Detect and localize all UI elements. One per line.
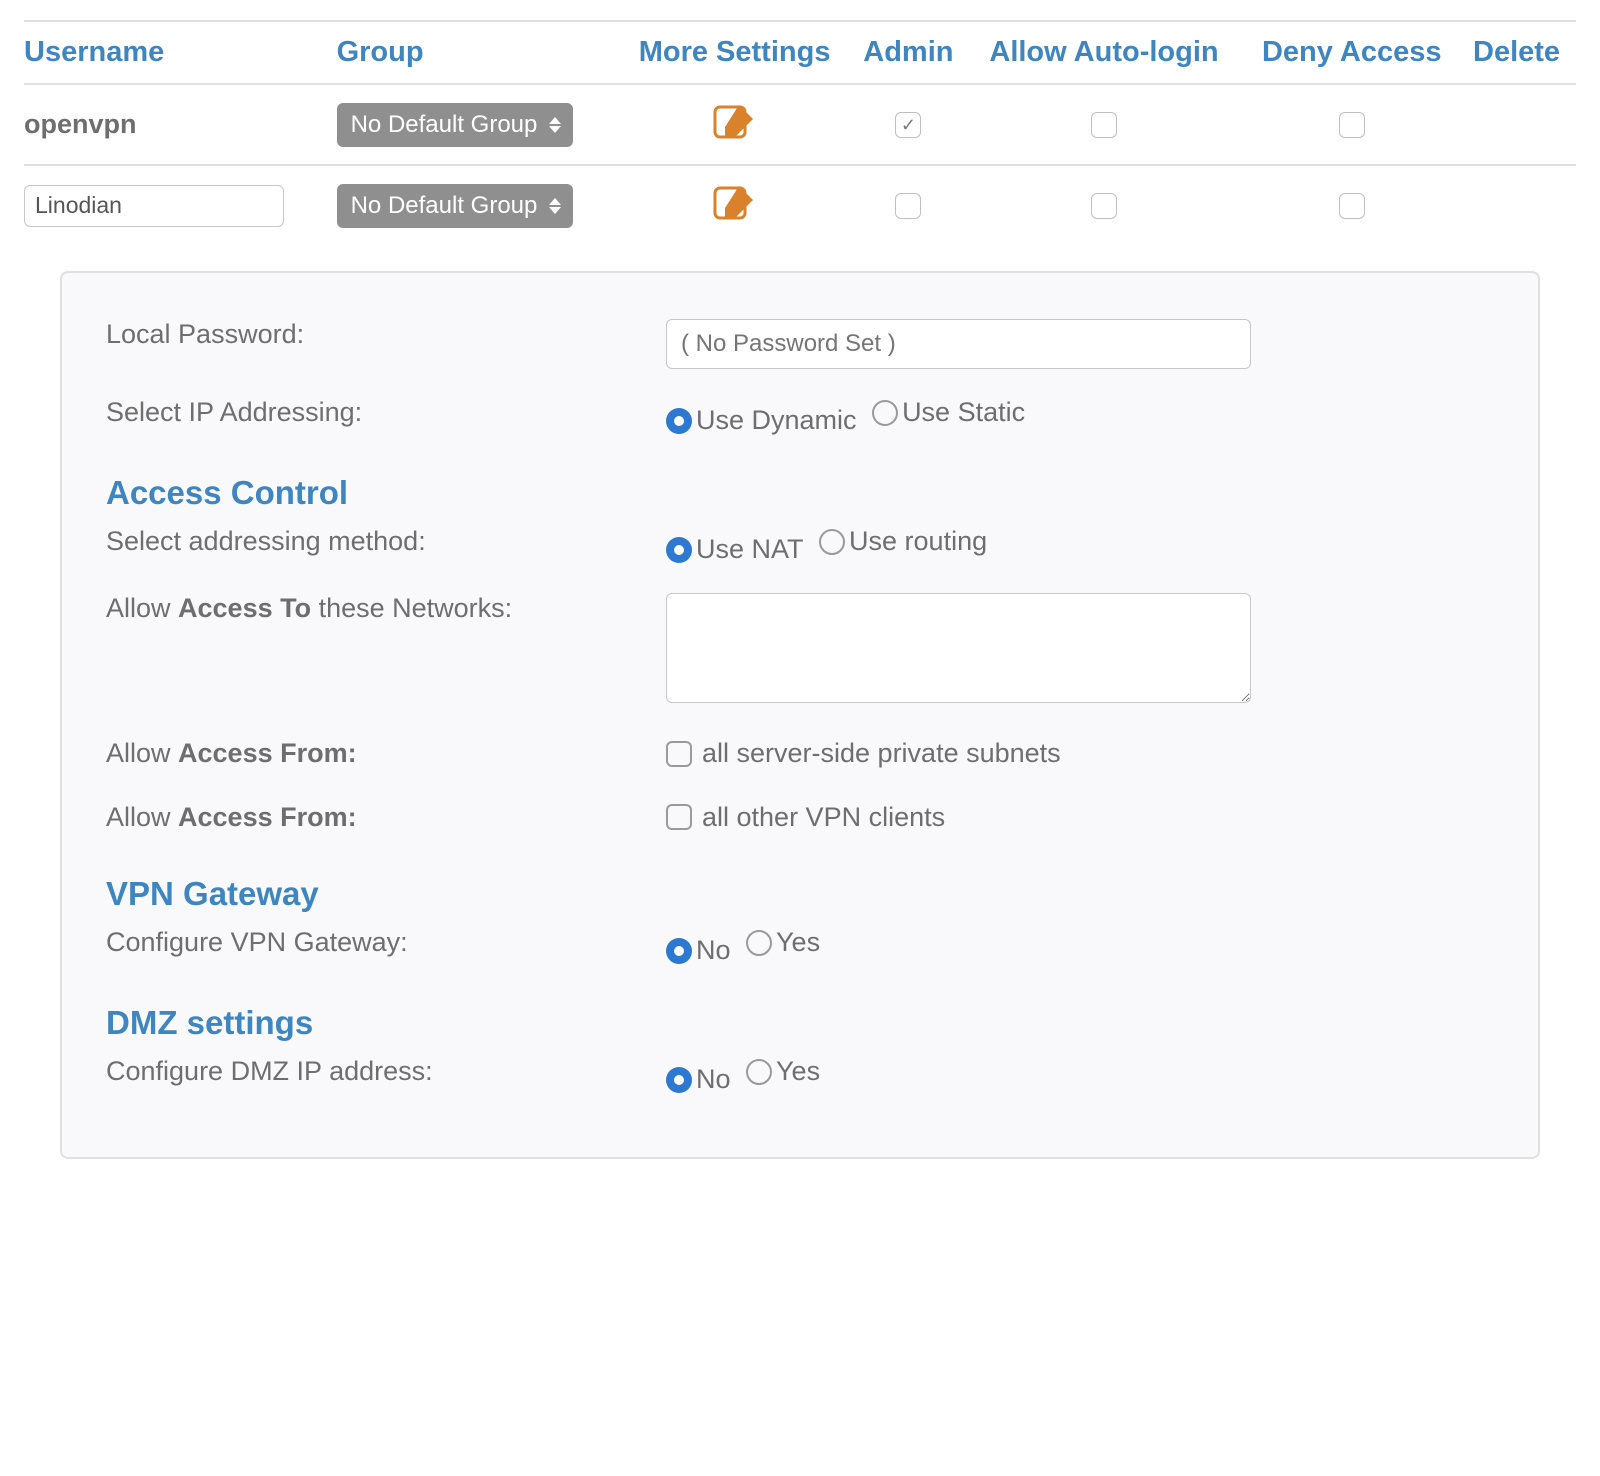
radio-unselected-icon [746,1059,772,1085]
table-row: openvpn No Default Group [24,84,1576,165]
username-label: openvpn [24,109,137,139]
col-delete: Delete [1465,21,1576,84]
col-more-settings: More Settings [622,21,855,84]
dmz-heading: DMZ settings [106,980,1494,1042]
group-select[interactable]: No Default Group [337,103,574,147]
vpn-gateway-label: Configure VPN Gateway: [106,927,666,958]
vpn-gateway-yes-radio[interactable]: Yes [746,927,820,958]
auto-login-checkbox[interactable] [1091,112,1117,138]
access-from-clients-checkbox[interactable]: all other VPN clients [666,802,945,833]
admin-checkbox[interactable] [895,112,921,138]
dmz-yes-radio[interactable]: Yes [746,1056,820,1087]
checkbox-icon [666,741,692,767]
access-from-clients-label: Allow Access From: [106,802,666,833]
user-detail-panel: Local Password: Select IP Addressing: Us… [60,271,1540,1159]
col-admin: Admin [855,21,970,84]
col-group: Group [337,21,623,84]
vpn-gateway-heading: VPN Gateway [106,851,1494,913]
use-routing-radio[interactable]: Use routing [819,526,987,557]
use-nat-radio[interactable]: Use NAT [666,534,804,565]
access-from-subnets-label: Allow Access From: [106,738,666,769]
radio-unselected-icon [819,529,845,555]
radio-selected-icon [666,537,692,563]
table-row: No Default Group [24,165,1576,245]
radio-unselected-icon [872,400,898,426]
access-from-subnets-checkbox[interactable]: all server-side private subnets [666,738,1061,769]
deny-access-checkbox[interactable] [1339,193,1365,219]
group-select-label: No Default Group [351,111,538,139]
access-to-label: Allow Access To these Networks: [106,593,666,624]
dmz-label: Configure DMZ IP address: [106,1056,666,1087]
radio-selected-icon [666,938,692,964]
col-auto-login: Allow Auto-login [970,21,1247,84]
edit-icon[interactable] [711,101,759,141]
col-deny-access: Deny Access [1246,21,1465,84]
updown-caret-icon [549,117,561,133]
users-table: Username Group More Settings Admin Allow… [24,20,1576,245]
radio-selected-icon [666,1067,692,1093]
group-select-label: No Default Group [351,192,538,220]
col-username: Username [24,21,337,84]
deny-access-checkbox[interactable] [1339,112,1365,138]
radio-unselected-icon [746,930,772,956]
ip-static-radio[interactable]: Use Static [872,397,1025,428]
access-control-heading: Access Control [106,450,1494,512]
ip-dynamic-radio[interactable]: Use Dynamic [666,405,857,436]
dmz-no-radio[interactable]: No [666,1064,731,1095]
username-input[interactable] [24,185,284,227]
edit-icon[interactable] [711,182,759,222]
access-to-networks-textarea[interactable] [666,593,1251,703]
admin-checkbox[interactable] [895,193,921,219]
local-password-label: Local Password: [106,319,666,350]
vpn-gateway-no-radio[interactable]: No [666,935,731,966]
local-password-input[interactable] [666,319,1251,369]
checkbox-icon [666,804,692,830]
auto-login-checkbox[interactable] [1091,193,1117,219]
ip-addressing-label: Select IP Addressing: [106,397,666,428]
updown-caret-icon [549,198,561,214]
addressing-method-label: Select addressing method: [106,526,666,557]
radio-selected-icon [666,408,692,434]
group-select[interactable]: No Default Group [337,184,574,228]
